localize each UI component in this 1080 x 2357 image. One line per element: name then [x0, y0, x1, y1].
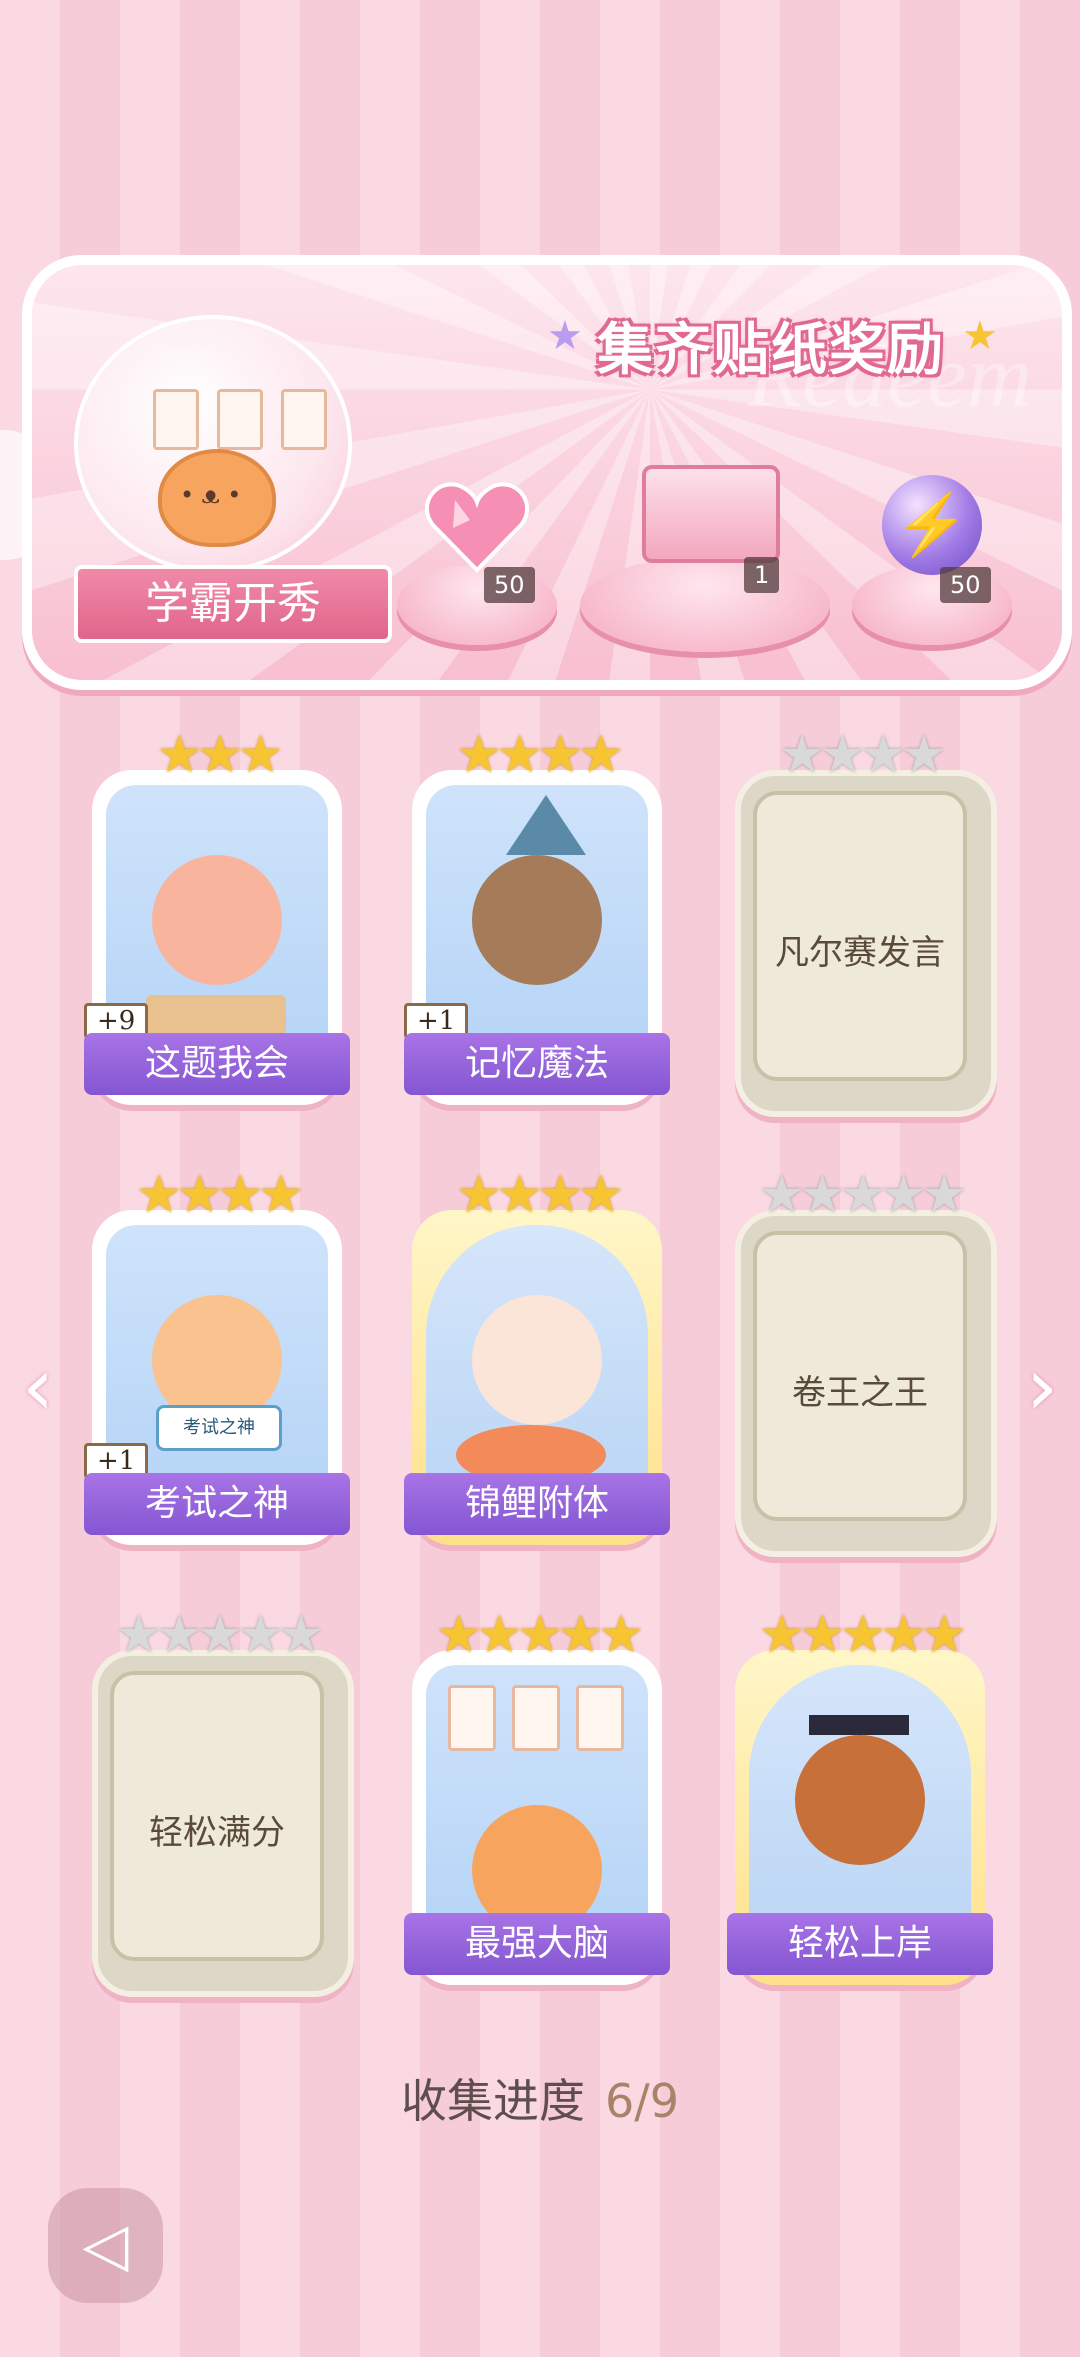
- energy-orb-icon[interactable]: ⚡: [882, 475, 982, 575]
- sticker-card[interactable]: ★★★ +9 这题我会: [84, 725, 350, 1105]
- bear-icon: [152, 855, 282, 985]
- sticker-card[interactable]: ★★★★ 锦鲤附体: [404, 1165, 670, 1545]
- heart-gem-icon[interactable]: [425, 480, 530, 575]
- locked-card-title: 轻松满分: [149, 1813, 285, 1853]
- card-title: 考试之神: [84, 1473, 350, 1535]
- star-rating: ★★★★: [455, 1165, 624, 1225]
- next-page-arrow-icon[interactable]: ›: [1026, 1340, 1058, 1433]
- star-rating: ★★★★★: [435, 1605, 644, 1665]
- sticker-card[interactable]: ★★★★ +1 记忆魔法: [404, 725, 670, 1105]
- locked-card-title: 卷王之王: [792, 1373, 928, 1413]
- cat-icon: [158, 449, 276, 547]
- sign-board: 考试之神: [156, 1405, 282, 1451]
- star-rating: ★★★★: [135, 1165, 304, 1225]
- star-icon: ★: [547, 313, 583, 359]
- locked-card-title: 凡尔赛发言: [775, 933, 945, 973]
- star-rating: ★★★★★: [758, 1605, 967, 1665]
- sticker-card-locked[interactable]: 卷王之王 ★★★★★: [735, 1165, 997, 1557]
- banner-ribbon: 学霸开秀: [74, 565, 392, 643]
- back-button[interactable]: ◁: [48, 2188, 163, 2303]
- sticker-card[interactable]: 考试之神 ★★★★ +1 考试之神: [84, 1165, 350, 1545]
- prev-page-arrow-icon[interactable]: ‹: [22, 1340, 54, 1433]
- graduation-cap-icon: [809, 1715, 909, 1735]
- card-title: 最强大脑: [404, 1913, 670, 1975]
- progress-value: 6/9: [604, 2074, 680, 2128]
- otter-icon: [472, 855, 602, 985]
- card-title: 这题我会: [84, 1033, 350, 1095]
- reward-count: 1: [744, 557, 780, 593]
- back-arrow-icon: ◁: [82, 2210, 129, 2280]
- star-rating: ★★★★★: [115, 1605, 324, 1665]
- sticker-card[interactable]: ★★★★★ 轻松上岸: [727, 1605, 993, 1985]
- star-rating: ★★★: [156, 725, 284, 785]
- card-title: 锦鲤附体: [404, 1473, 670, 1535]
- sticker-card[interactable]: ★★★★★ 最强大脑: [404, 1605, 670, 1985]
- pedestal: [580, 557, 830, 652]
- sticker-card-locked[interactable]: 轻松满分 ★★★★★: [92, 1605, 354, 1997]
- reward-banner: Redeem ★ ★ 集齐贴纸奖励 学霸开秀 50 1 ⚡ 50: [22, 255, 1072, 690]
- star-rating: ★★★★★: [758, 1165, 967, 1225]
- reward-count: 50: [940, 567, 991, 603]
- wizard-hat-icon: [506, 795, 586, 855]
- papers-icon: [153, 389, 327, 450]
- star-icon: ★: [962, 313, 998, 359]
- squirrel-icon: [795, 1735, 925, 1865]
- star-rating: ★★★★: [455, 725, 624, 785]
- progress-label: 收集进度: [400, 2074, 585, 2128]
- bubble-illustration: [74, 315, 352, 573]
- sticker-card-locked[interactable]: 凡尔赛发言 ★★★★: [735, 725, 997, 1117]
- card-title: 记忆魔法: [404, 1033, 670, 1095]
- banner-title: 集齐贴纸奖励: [597, 318, 945, 383]
- sticker-box-icon[interactable]: [642, 465, 780, 563]
- star-rating: ★★★★: [778, 725, 947, 785]
- papers-icon: [448, 1685, 624, 1751]
- collection-progress: 收集进度 6/9: [0, 2065, 1080, 2131]
- bear-icon: [472, 1295, 602, 1425]
- card-title: 轻松上岸: [727, 1913, 993, 1975]
- reward-count: 50: [484, 567, 535, 603]
